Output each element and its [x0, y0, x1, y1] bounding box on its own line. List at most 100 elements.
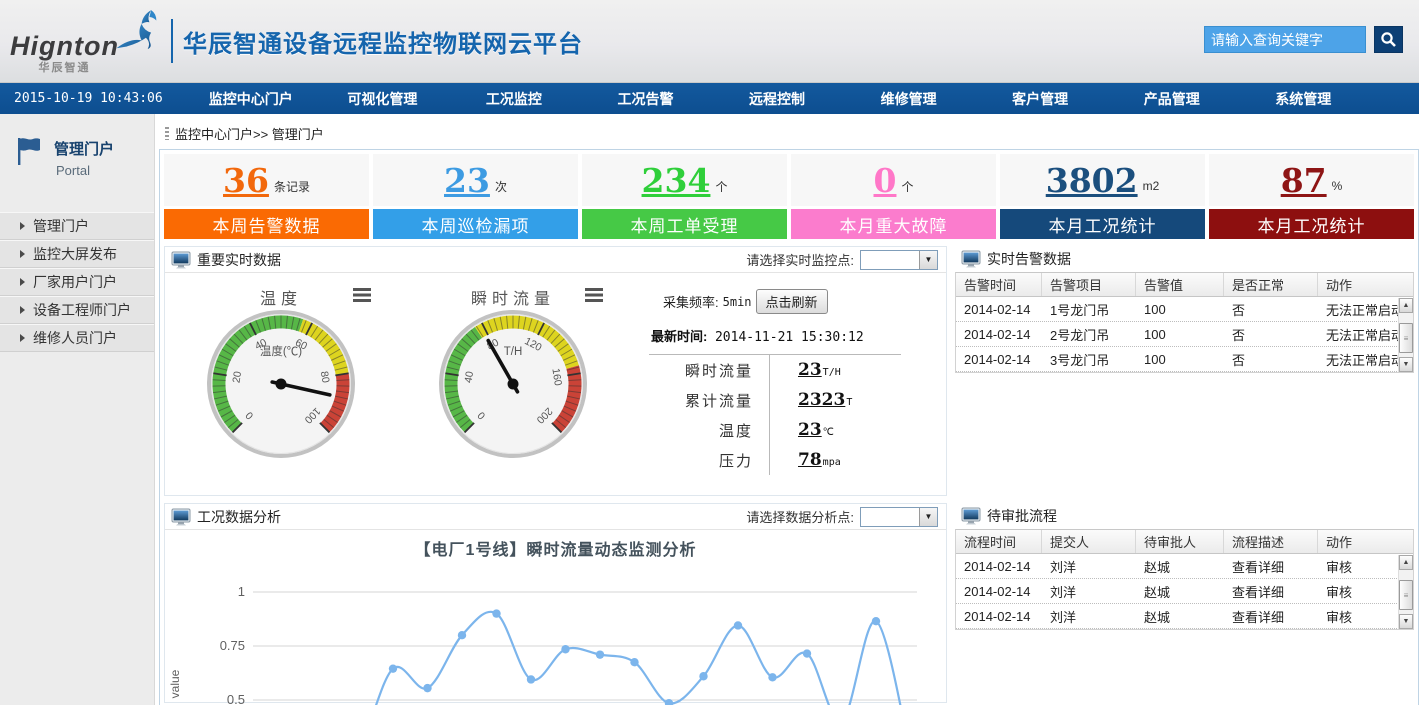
arrow-right-icon	[20, 278, 25, 286]
table-row: 2014-02-14刘洋赵城查看详细审核	[956, 554, 1413, 579]
search-button[interactable]	[1374, 26, 1403, 53]
nav-item-2[interactable]: 可视化管理	[317, 89, 449, 109]
sidebar: 管理门户 Portal 管理门户监控大屏发布厂家用户门户设备工程师门户维修人员门…	[0, 114, 155, 705]
chevron-down-icon[interactable]: ▼	[919, 251, 937, 269]
sidebar-item-label: 厂家用户门户	[33, 269, 117, 296]
hamburger-menu-icon[interactable]	[585, 288, 603, 302]
readings-list: 瞬时流量23T/H累计流量2323T温度23℃压力78mpa	[649, 354, 901, 475]
nav-item-4[interactable]: 工况告警	[580, 89, 712, 109]
scroll-up-button[interactable]: ▲	[1399, 298, 1413, 313]
sidebar-item-5[interactable]: 维修人员门户	[0, 324, 154, 352]
frequency-label: 采集频率:	[663, 292, 719, 311]
scrollbar-track[interactable]: ≡	[1399, 313, 1413, 357]
stat-label-bar[interactable]: 本月工况统计	[1209, 209, 1414, 239]
reading-unit: ℃	[823, 427, 834, 438]
select-value	[861, 251, 919, 269]
alarm-panel: 实时告警数据 告警时间告警项目告警值是否正常动作2014-02-141号龙门吊1…	[955, 246, 1414, 496]
stat-value[interactable]: 0	[874, 164, 897, 197]
arrow-right-icon	[20, 222, 25, 230]
logo[interactable]: Hignton 华辰智通	[10, 7, 165, 75]
stat-label-bar[interactable]: 本月工况统计	[1000, 209, 1205, 239]
stat-number-box: 234个	[582, 154, 787, 206]
stat-unit: 个	[715, 178, 727, 195]
nav-item-6[interactable]: 维修管理	[843, 89, 975, 109]
main-content: 监控中心门户>> 管理门户 36条记录本周告警数据23次本周巡检漏项234个本周…	[155, 114, 1419, 705]
chart-title: 【电厂1号线】瞬时流量动态监测分析	[165, 536, 946, 560]
reading-value[interactable]: 78	[798, 450, 822, 470]
stat-value[interactable]: 87	[1281, 164, 1327, 197]
flow-gauge-block: 瞬时流量 04080120160200T/H	[397, 285, 629, 475]
temperature-gauge: 020406080100温度(℃)	[206, 309, 356, 459]
svg-text:0.5: 0.5	[227, 692, 245, 705]
reading-label: 温度	[649, 420, 769, 441]
sidebar-item-3[interactable]: 厂家用户门户	[0, 268, 154, 296]
nav-item-3[interactable]: 工况监控	[448, 89, 580, 109]
scrollbar-thumb[interactable]: ≡	[1399, 323, 1413, 353]
sidebar-item-2[interactable]: 监控大屏发布	[0, 240, 154, 268]
svg-text:40: 40	[462, 370, 476, 384]
table-scrollbar[interactable]: ▲ ≡ ▼	[1398, 298, 1413, 372]
column-header: 提交人	[1042, 530, 1136, 553]
scrollbar-track[interactable]: ≡	[1399, 570, 1413, 614]
scroll-down-button[interactable]: ▼	[1399, 614, 1413, 629]
stat-unit: 条记录	[274, 178, 310, 195]
hamburger-menu-icon[interactable]	[353, 288, 371, 302]
table-cell: 刘洋	[1042, 554, 1136, 578]
table-cell: 2号龙门吊	[1042, 322, 1136, 346]
scroll-down-button[interactable]: ▼	[1399, 357, 1413, 372]
monitor-icon	[171, 251, 191, 269]
column-header: 动作	[1318, 530, 1413, 553]
reading-value[interactable]: 23	[798, 420, 822, 440]
reading-value[interactable]: 23	[798, 360, 822, 380]
stat-value[interactable]: 3802	[1046, 164, 1138, 197]
sidebar-item-4[interactable]: 设备工程师门户	[0, 296, 154, 324]
stat-value[interactable]: 234	[642, 164, 711, 197]
reading-value[interactable]: 2323	[798, 390, 845, 410]
svg-text:1: 1	[238, 584, 245, 599]
stat-label-bar[interactable]: 本周巡检漏项	[373, 209, 578, 239]
stat-value[interactable]: 23	[444, 164, 490, 197]
table-row: 2014-02-14刘洋赵城查看详细审核	[956, 579, 1413, 604]
stat-unit: 个	[901, 178, 913, 195]
chevron-down-icon[interactable]: ▼	[919, 508, 937, 526]
monitor-point-select[interactable]: ▼	[860, 250, 938, 270]
frequency-value: 5min	[723, 295, 752, 309]
latest-time-row: 最新时间: 2014-11-21 15:30:12	[651, 326, 946, 354]
nav-item-8[interactable]: 产品管理	[1106, 89, 1238, 109]
portal-title: 管理门户	[54, 138, 114, 159]
scrollbar-thumb[interactable]: ≡	[1399, 580, 1413, 610]
reading-unit: T/H	[823, 367, 841, 378]
stat-label-bar[interactable]: 本周工单受理	[582, 209, 787, 239]
monitor-icon	[171, 508, 191, 526]
sidebar-item-label: 设备工程师门户	[33, 297, 131, 324]
stat-value[interactable]: 36	[223, 164, 269, 197]
table-cell: 2014-02-14	[956, 554, 1042, 578]
nav-item-9[interactable]: 系统管理	[1238, 89, 1370, 109]
table-cell[interactable]: 查看详细	[1224, 604, 1318, 628]
analysis-point-select[interactable]: ▼	[860, 507, 938, 527]
search-input[interactable]	[1204, 26, 1366, 53]
scroll-up-button[interactable]: ▲	[1399, 555, 1413, 570]
stat-unit: m2	[1143, 179, 1160, 193]
stat-label-bar[interactable]: 本周告警数据	[164, 209, 369, 239]
table-cell: 2014-02-14	[956, 347, 1042, 371]
table-cell[interactable]: 查看详细	[1224, 579, 1318, 603]
breadcrumb: 监控中心门户>> 管理门户	[165, 124, 1419, 143]
table-header-row: 告警时间告警项目告警值是否正常动作	[956, 273, 1413, 297]
refresh-button[interactable]: 点击刷新	[756, 289, 828, 314]
sidebar-item-1[interactable]: 管理门户	[0, 212, 154, 240]
table-cell[interactable]: 查看详细	[1224, 554, 1318, 578]
nav-item-7[interactable]: 客户管理	[974, 89, 1106, 109]
stat-number-box: 23次	[373, 154, 578, 206]
stat-label-bar[interactable]: 本月重大故障	[791, 209, 996, 239]
table-scrollbar[interactable]: ▲ ≡ ▼	[1398, 555, 1413, 629]
table-cell: 2014-02-14	[956, 604, 1042, 628]
nav-item-5[interactable]: 远程控制	[711, 89, 843, 109]
nav-item-1[interactable]: 监控中心门户	[185, 89, 317, 109]
analysis-panel-header: 工况数据分析 请选择数据分析点: ▼	[165, 504, 946, 530]
monitor-icon	[961, 250, 981, 268]
reading-row: 瞬时流量23T/H	[649, 355, 901, 385]
app-title: 华辰智通设备远程监控物联网云平台	[183, 24, 583, 59]
column-header: 告警时间	[956, 273, 1042, 296]
breadcrumb-text: 监控中心门户>> 管理门户	[175, 124, 324, 143]
